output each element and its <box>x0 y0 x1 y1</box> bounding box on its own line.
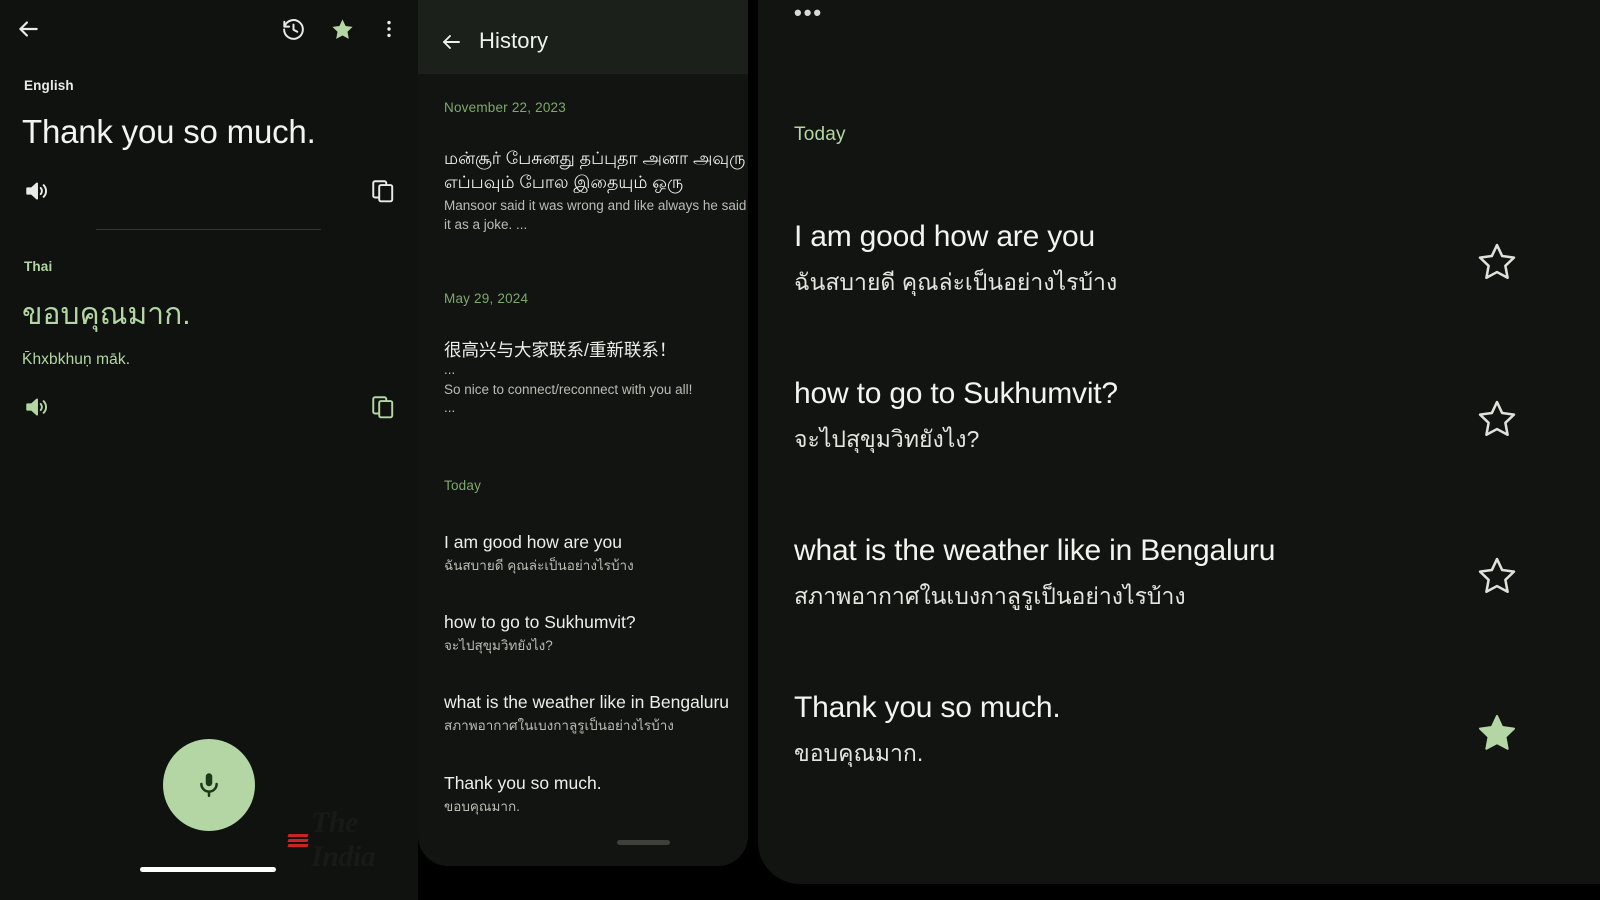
history-list-item[interactable]: மன்சூர் பேசுனது தப்புதா அனா அவுரு எப்பவு… <box>444 146 748 235</box>
speak-source-icon[interactable] <box>22 176 52 206</box>
history-date-header: May 29, 2024 <box>444 291 529 306</box>
history-scroll-area[interactable]: November 22, 2023 மன்சூர் பேசுனது தப்புத… <box>418 74 748 866</box>
back-icon[interactable] <box>12 13 44 45</box>
app-screenshot: English Thank you so much. Thai ขอบคุณมา… <box>0 0 1600 900</box>
history-item-target: ขอบคุณมาก. <box>444 799 520 815</box>
history-item-source: how to go to Sukhumvit? <box>444 612 636 632</box>
history-item-source: மன்சூர் பேசுனது தப்புதா அனா அவுரு எப்பவு… <box>444 148 746 193</box>
target-language-label[interactable]: Thai <box>24 259 52 274</box>
history-list-item[interactable]: Thank you so much. ขอบคุณมาก. <box>444 771 748 817</box>
detail-list-item[interactable]: what is the weather like in Bengaluru สภ… <box>794 533 1494 612</box>
more-vert-icon[interactable] <box>375 13 403 45</box>
detail-item-target: ขอบคุณมาก. <box>794 740 924 766</box>
detail-item-source: I am good how are you <box>794 220 1095 253</box>
history-app-bar: History <box>418 0 748 74</box>
detail-item-target: จะไปสุขุมวิทยังไง? <box>794 426 980 452</box>
home-indicator[interactable] <box>617 840 670 845</box>
history-item-source: I am good how are you <box>444 532 623 552</box>
star-filled-icon[interactable] <box>1475 711 1519 755</box>
detail-date-header: Today <box>794 124 846 145</box>
star-outline-icon[interactable] <box>1475 554 1519 598</box>
back-icon[interactable] <box>438 29 464 55</box>
watermark-bars-icon <box>287 832 309 848</box>
history-list-item[interactable]: I am good how are you ฉันสบายดี คุณล่ะเป… <box>444 530 748 576</box>
history-detail-panel: ••• Today I am good how are you ฉันสบายด… <box>758 0 1600 884</box>
history-item-target: So nice to connect/reconnect with you al… <box>444 382 693 398</box>
history-date-header: Today <box>444 478 482 493</box>
history-list-panel: History November 22, 2023 மன்சூர் பேசுனத… <box>418 0 748 866</box>
star-filled-icon[interactable] <box>326 13 358 45</box>
overflow-ellipsis-icon[interactable]: ••• <box>794 2 823 24</box>
source-text[interactable]: Thank you so much. <box>22 112 402 152</box>
watermark-text: The India <box>311 806 376 873</box>
left-app-bar <box>0 0 418 56</box>
publisher-watermark: The India <box>287 806 418 874</box>
history-list-item[interactable]: what is the weather like in Bengaluru สภ… <box>444 690 748 736</box>
history-item-target: ฉันสบายดี คุณล่ะเป็นอย่างไรบ้าง <box>444 558 634 574</box>
history-item-source: Thank you so much. <box>444 773 602 793</box>
history-item-target: จะไปสุขุมวิทยังไง? <box>444 638 553 654</box>
translate-result-panel: English Thank you so much. Thai ขอบคุณมา… <box>0 0 418 900</box>
detail-list-item[interactable]: I am good how are you ฉันสบายดี คุณล่ะเป… <box>794 219 1494 298</box>
target-transliteration: K̄hxbkhuṇ māk. <box>22 351 131 368</box>
history-item-source: what is the weather like in Bengaluru <box>444 692 730 712</box>
history-title: History <box>479 28 549 53</box>
detail-item-source: how to go to Sukhumvit? <box>794 377 1118 410</box>
copy-source-icon[interactable] <box>368 176 398 206</box>
history-item-source: 很高兴与大家联系/重新联系！ <box>444 340 677 360</box>
history-list-item[interactable]: 很高兴与大家联系/重新联系！ ... So nice to connect/re… <box>444 338 748 416</box>
copy-target-icon[interactable] <box>368 392 398 422</box>
home-indicator[interactable] <box>140 867 276 872</box>
detail-list-item[interactable]: Thank you so much. ขอบคุณมาก. <box>794 690 1494 769</box>
history-date-header: November 22, 2023 <box>444 100 566 115</box>
star-outline-icon[interactable] <box>1475 240 1519 284</box>
star-outline-icon[interactable] <box>1475 397 1519 441</box>
target-text[interactable]: ขอบคุณมาก. <box>22 296 402 334</box>
detail-item-target: สภาพอากาศในเบงกาลูรูเป็นอย่างไรบ้าง <box>794 583 1186 609</box>
detail-item-target: ฉันสบายดี คุณล่ะเป็นอย่างไรบ้าง <box>794 269 1118 295</box>
history-item-source-ellipsis: ... <box>444 362 456 378</box>
detail-item-source: Thank you so much. <box>794 691 1061 724</box>
microphone-icon <box>200 773 218 798</box>
detail-list-item[interactable]: how to go to Sukhumvit? จะไปสุขุมวิทยังไ… <box>794 376 1494 455</box>
history-clock-icon[interactable] <box>277 13 309 45</box>
source-language-label[interactable]: English <box>24 78 74 93</box>
history-item-target-ellipsis: ... <box>444 400 456 416</box>
panel-divider <box>96 229 321 230</box>
history-list-item[interactable]: how to go to Sukhumvit? จะไปสุขุมวิทยังไ… <box>444 610 748 656</box>
speak-target-icon[interactable] <box>22 392 52 422</box>
history-item-target: สภาพอากาศในเบงกาลูรูเป็นอย่างไรบ้าง <box>444 718 674 734</box>
history-item-target: Mansoor said it was wrong and like alway… <box>444 198 747 233</box>
microphone-button[interactable] <box>163 739 255 831</box>
detail-item-source: what is the weather like in Bengaluru <box>794 534 1276 567</box>
